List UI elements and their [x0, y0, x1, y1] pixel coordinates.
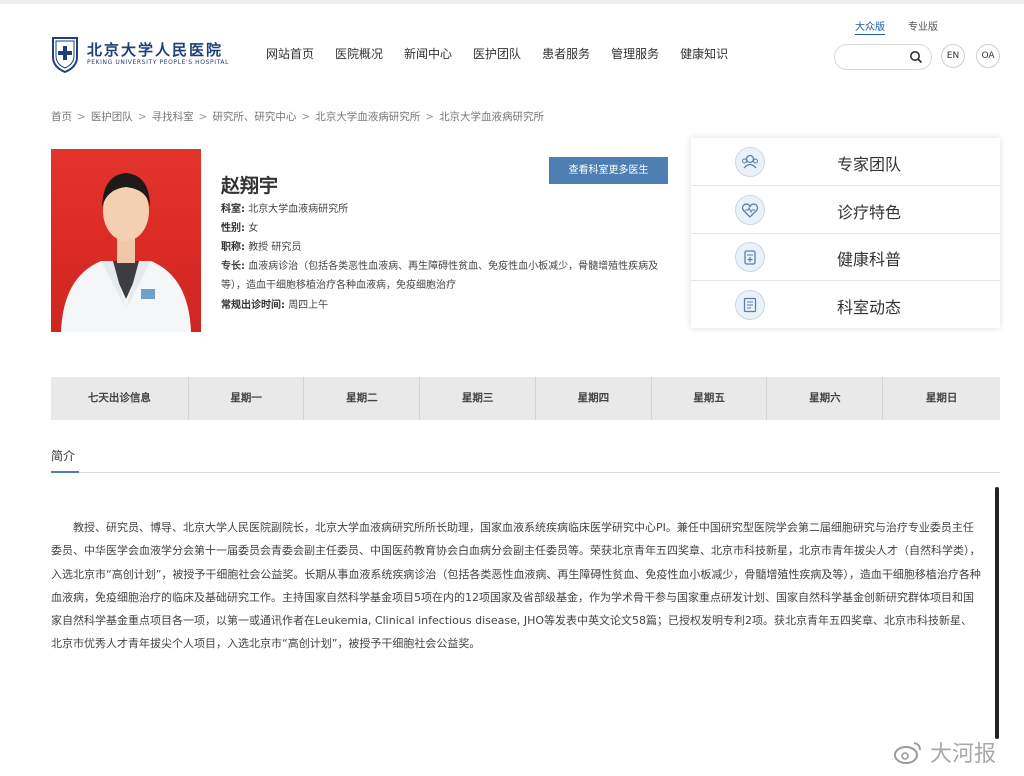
more-doctors-button[interactable]: 查看科室更多医生 — [549, 157, 668, 184]
specialty-label: 专长: — [221, 261, 245, 272]
department-value: 北京大学血液病研究所 — [248, 204, 349, 215]
schedule-sunday[interactable]: 星期日 — [883, 377, 1000, 420]
department-quick-links: 专家团队 诊疗特色 健康科普 科室动态 — [691, 138, 1000, 328]
nav-patient-services[interactable]: 患者服务 — [542, 45, 590, 62]
public-version-link[interactable]: 大众版 — [855, 18, 885, 35]
logo-english-name: PEKING UNIVERSITY PEOPLE'S HOSPITAL — [87, 59, 230, 66]
doctor-portrait-icon — [61, 173, 191, 332]
search-icon[interactable] — [909, 50, 923, 64]
schedule-friday[interactable]: 星期五 — [652, 377, 768, 420]
professional-version-link[interactable]: 专业版 — [908, 18, 938, 33]
specialty-value: 血液病诊治（包括各类恶性血液病、再生障碍性贫血、免疫性血小板减少，骨髓增殖性疾病… — [221, 261, 659, 291]
clinic-time-label: 常规出诊时间: — [221, 300, 285, 311]
clinic-time-value: 周四上午 — [288, 300, 329, 311]
title-label: 职称: — [221, 242, 245, 253]
panel-label-expert-team: 专家团队 — [837, 155, 902, 174]
breadcrumb-current: 北京大学血液病研究所 — [439, 111, 545, 123]
panel-item-treatment-features[interactable]: 诊疗特色 — [691, 186, 1000, 234]
doctor-gender: 性别: 女 — [221, 219, 258, 234]
doctor-specialty: 专长: 血液病诊治（包括各类恶性血液病、再生障碍性贫血、免疫性血小板减少，骨髓增… — [221, 257, 671, 295]
schedule-wednesday[interactable]: 星期三 — [420, 377, 536, 420]
panel-item-dept-news[interactable]: 科室动态 — [691, 281, 1000, 328]
logo-chinese-name: 北京大学人民医院 — [87, 41, 224, 59]
breadcrumb-separator: > — [137, 111, 147, 123]
schedule-tuesday[interactable]: 星期二 — [304, 377, 421, 420]
heart-icon — [735, 195, 765, 225]
gender-label: 性别: — [221, 223, 245, 234]
nav-news[interactable]: 新闻中心 — [404, 45, 452, 62]
top-border — [0, 0, 1024, 4]
search-box — [834, 44, 932, 70]
main-nav: 网站首页 医院概况 新闻中心 医护团队 患者服务 管理服务 健康知识 — [266, 45, 749, 62]
nav-health-knowledge[interactable]: 健康知识 — [680, 45, 728, 62]
nav-management[interactable]: 管理服务 — [611, 45, 659, 62]
breadcrumb-separator: > — [301, 111, 311, 123]
doctor-title: 职称: 教授 研究员 — [221, 238, 301, 253]
panel-label-health-science: 健康科普 — [837, 250, 902, 269]
doctor-photo — [51, 149, 201, 332]
breadcrumb: 首页 > 医护团队 > 寻找科室 > 研究所、研究中心 > 北京大学血液病研究所 > 北京大学血液病… — [51, 109, 544, 124]
english-button[interactable]: EN — [941, 44, 965, 68]
content-scrollbar[interactable] — [995, 487, 999, 739]
title-value: 教授 研究员 — [248, 242, 302, 253]
doctor-intro-text: 教授、研究员、博导、北京大学人民医院副院长，北京大学血液病研究所所长助理，国家血… — [51, 521, 981, 651]
panel-item-health-science[interactable]: 健康科普 — [691, 233, 1000, 281]
breadcrumb-institute[interactable]: 北京大学血液病研究所 — [315, 111, 420, 123]
breadcrumb-separator: > — [77, 111, 86, 123]
breadcrumb-home[interactable]: 首页 — [51, 111, 72, 123]
nav-home[interactable]: 网站首页 — [266, 45, 314, 62]
breadcrumb-find-dept[interactable]: 寻找科室 — [152, 111, 194, 123]
breadcrumb-medical-team[interactable]: 医护团队 — [91, 111, 133, 123]
tab-active-indicator — [51, 471, 79, 473]
nav-hospital-overview[interactable]: 医院概况 — [335, 45, 383, 62]
hospital-emblem-icon — [52, 37, 78, 73]
gender-value: 女 — [248, 223, 259, 234]
doctor-name: 赵翔宇 — [221, 175, 279, 197]
breadcrumb-institutes[interactable]: 研究所、研究中心 — [212, 111, 296, 123]
doctor-department: 科室: 北京大学血液病研究所 — [221, 200, 348, 215]
panel-label-dept-news: 科室动态 — [837, 298, 902, 317]
breadcrumb-separator: > — [425, 111, 435, 123]
doctor-clinic-time: 常规出诊时间: 周四上午 — [221, 296, 328, 311]
schedule-seven-days: 七天出诊信息 — [51, 377, 189, 420]
breadcrumb-separator: > — [198, 111, 208, 123]
team-icon — [735, 147, 765, 177]
nav-medical-team[interactable]: 医护团队 — [473, 45, 521, 62]
schedule-thursday[interactable]: 星期四 — [536, 377, 652, 420]
weekly-schedule-header: 七天出诊信息 星期一 星期二 星期三 星期四 星期五 星期六 星期日 — [51, 377, 1000, 420]
weibo-icon — [894, 742, 921, 764]
search-input[interactable] — [845, 48, 909, 66]
schedule-monday[interactable]: 星期一 — [189, 377, 305, 420]
medicine-icon — [735, 242, 765, 272]
oa-button[interactable]: OA — [976, 44, 1000, 68]
panel-label-treatment-features: 诊疗特色 — [837, 203, 902, 222]
panel-item-expert-team[interactable]: 专家团队 — [691, 138, 1000, 186]
watermark-text: 大河报 — [930, 742, 997, 767]
hospital-logo[interactable]: 北京大学人民医院 PEKING UNIVERSITY PEOPLE'S HOSP… — [50, 35, 230, 75]
news-icon — [735, 290, 765, 320]
tab-intro[interactable]: 简介 — [51, 447, 75, 464]
schedule-saturday[interactable]: 星期六 — [767, 377, 884, 420]
tab-divider — [51, 472, 1000, 473]
department-label: 科室: — [221, 204, 245, 215]
